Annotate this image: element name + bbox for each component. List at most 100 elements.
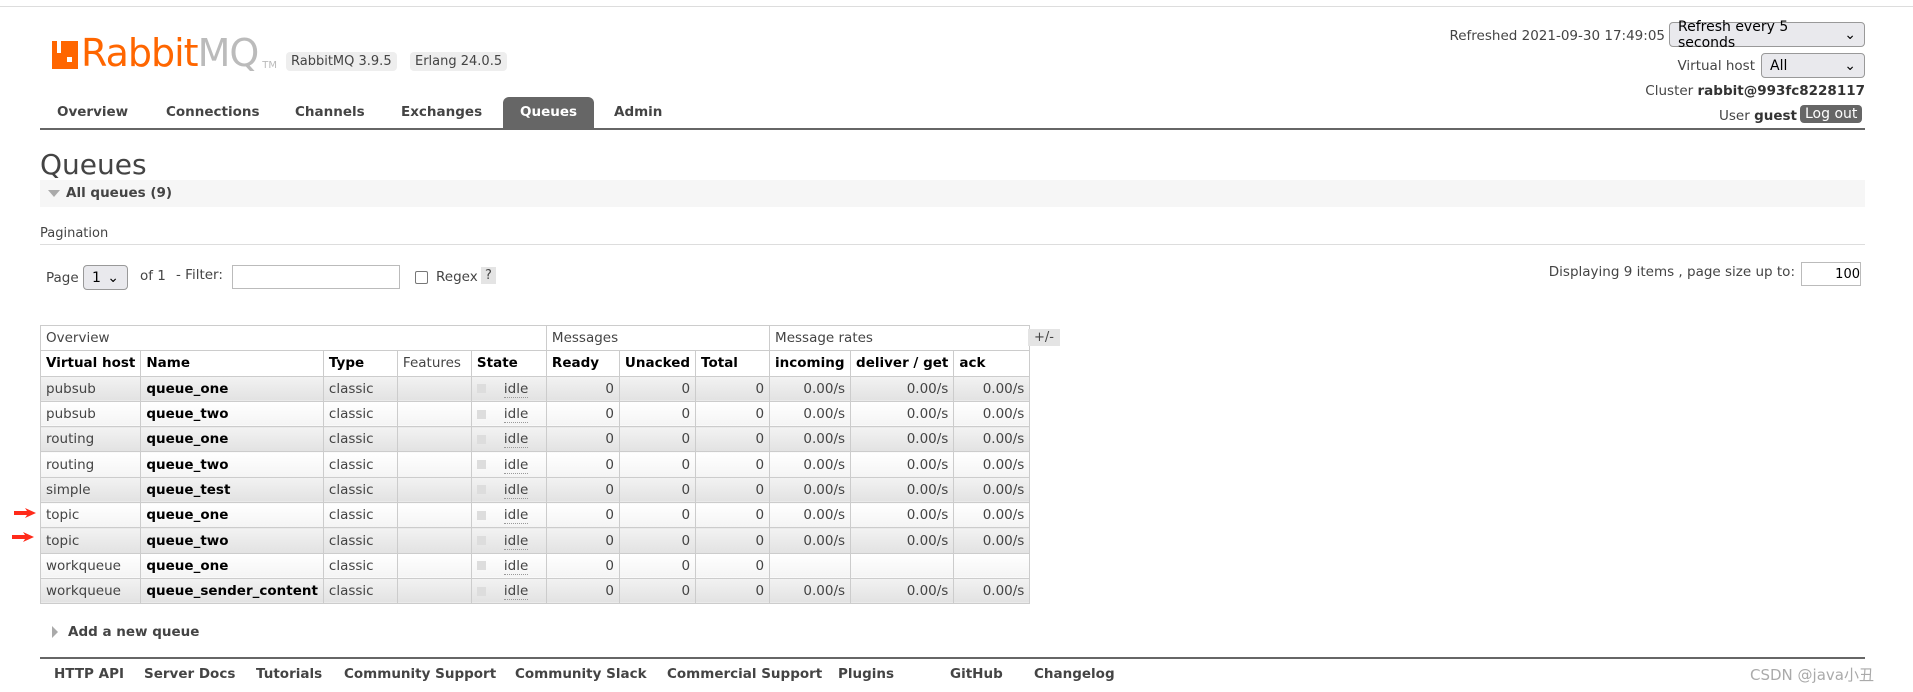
ack-rate-cell: 0.00/s: [953, 502, 1031, 529]
group-messages: Messages: [545, 324, 771, 352]
tab-exchanges[interactable]: Exchanges: [384, 97, 499, 128]
column-header[interactable]: State: [470, 350, 547, 377]
add-queue-toggle[interactable]: Add a new queue: [52, 624, 199, 640]
column-header[interactable]: Features: [396, 350, 472, 377]
state-label: idle: [503, 532, 529, 550]
tab-connections[interactable]: Connections: [149, 97, 277, 128]
vhost-select[interactable]: All ⌄: [1761, 53, 1865, 78]
type-cell: classic: [322, 400, 398, 428]
column-header[interactable]: Unacked: [618, 350, 697, 377]
vhost-cell: workqueue: [39, 577, 142, 605]
regex-help-button[interactable]: ?: [481, 267, 496, 284]
unacked-cell: 0: [618, 451, 697, 478]
type-cell: classic: [322, 577, 398, 605]
page-select[interactable]: 1 ⌄: [83, 265, 128, 290]
features-cell: [396, 527, 472, 554]
tab-overview[interactable]: Overview: [40, 97, 145, 128]
table-row: simple queue_test classic idle 0 0 0 0.00/s 0.00…: [39, 476, 1031, 504]
queue-name-link[interactable]: queue_one: [140, 426, 324, 453]
column-header[interactable]: Name: [140, 350, 324, 377]
type-cell: classic: [322, 552, 398, 579]
rabbitmq-logo[interactable]: Rabbit MQ TM: [52, 33, 277, 73]
queue-name-link[interactable]: queue_two: [140, 400, 324, 428]
state-label: idle: [503, 406, 529, 424]
column-header[interactable]: Ready: [545, 350, 620, 377]
column-header[interactable]: ack: [953, 350, 1031, 377]
queue-name-link[interactable]: queue_sender_content: [140, 577, 324, 605]
column-header[interactable]: deliver / get: [850, 350, 955, 377]
all-queues-section-toggle[interactable]: All queues (9): [40, 180, 1865, 207]
column-header[interactable]: Virtual host: [39, 350, 142, 377]
ready-cell: 0: [545, 577, 620, 605]
refresh-interval-select[interactable]: Refresh every 5 seconds ⌄: [1669, 19, 1865, 51]
footer-link[interactable]: Plugins: [838, 666, 894, 682]
tab-admin[interactable]: Admin: [597, 97, 679, 128]
incoming-rate-cell: 0.00/s: [769, 400, 852, 428]
unacked-cell: 0: [618, 577, 697, 605]
queue-name-link[interactable]: queue_one: [140, 375, 324, 402]
unacked-cell: 0: [618, 476, 697, 504]
footer-link[interactable]: Server Docs: [144, 666, 235, 682]
page-select-value: 1: [92, 269, 101, 286]
ack-rate-cell: [953, 552, 1031, 579]
group-message-rates: Message rates: [769, 324, 1031, 352]
table-row: routing queue_one classic idle 0 0 0 0.00/s 0.00…: [39, 426, 1031, 453]
footer-link[interactable]: Commercial Support: [667, 666, 822, 682]
state-label: idle: [503, 507, 529, 525]
incoming-rate-cell: 0.00/s: [769, 527, 852, 554]
tab-queues[interactable]: Queues: [503, 97, 595, 128]
footer-link[interactable]: Community Slack: [515, 666, 647, 682]
filter-input[interactable]: [232, 265, 400, 289]
state-label: idle: [503, 583, 529, 601]
state-indicator-icon: [476, 460, 486, 470]
footer-link[interactable]: Community Support: [344, 666, 496, 682]
queue-name-link[interactable]: queue_one: [140, 552, 324, 579]
toggle-columns-button[interactable]: +/-: [1028, 329, 1060, 346]
version-badge: RabbitMQ 3.9.5: [286, 52, 397, 71]
queue-name-link[interactable]: queue_two: [140, 451, 324, 478]
footer-link[interactable]: Tutorials: [256, 666, 322, 682]
refreshed-time: Refreshed 2021-09-30 17:49:05: [1449, 28, 1665, 44]
queue-name-link[interactable]: queue_test: [140, 476, 324, 504]
cluster-name: rabbit@993fc8228117: [1697, 83, 1865, 99]
incoming-rate-cell: 0.00/s: [769, 577, 852, 605]
footer-divider: [40, 657, 1865, 659]
page-label: Page: [46, 270, 79, 286]
features-cell: [396, 400, 472, 428]
footer-link[interactable]: GitHub: [950, 666, 1003, 682]
vhost-cell: routing: [39, 426, 142, 453]
column-header[interactable]: Total: [695, 350, 771, 377]
vhost-label: Virtual host: [1677, 58, 1755, 74]
state-indicator-icon: [476, 536, 486, 546]
queue-name-link[interactable]: queue_two: [140, 527, 324, 554]
ack-rate-cell: 0.00/s: [953, 476, 1031, 504]
logout-button[interactable]: Log out: [1800, 105, 1863, 123]
state-label: idle: [503, 557, 529, 575]
column-header[interactable]: incoming: [769, 350, 852, 377]
unacked-cell: 0: [618, 375, 697, 402]
ack-rate-cell: 0.00/s: [953, 451, 1031, 478]
total-cell: 0: [695, 552, 771, 579]
rabbit-logo-icon: [52, 41, 78, 69]
pagination-label: Pagination: [40, 226, 109, 241]
page-title: Queues: [40, 148, 147, 181]
vhost-cell: pubsub: [39, 400, 142, 428]
refresh-select-value: Refresh every 5 seconds: [1678, 18, 1789, 51]
unacked-cell: 0: [618, 502, 697, 529]
page-size-input[interactable]: [1801, 262, 1861, 286]
user-label: User: [1719, 108, 1750, 124]
state-label: idle: [503, 380, 529, 398]
footer-link[interactable]: HTTP API: [54, 666, 124, 682]
column-header[interactable]: Type: [322, 350, 398, 377]
tab-channels[interactable]: Channels: [278, 97, 382, 128]
deliver-rate-cell: 0.00/s: [850, 375, 955, 402]
state-cell: idle: [470, 451, 547, 478]
state-cell: idle: [470, 476, 547, 504]
queue-name-link[interactable]: queue_one: [140, 502, 324, 529]
state-cell: idle: [470, 502, 547, 529]
deliver-rate-cell: 0.00/s: [850, 577, 955, 605]
vhost-cell: simple: [39, 476, 142, 504]
ack-rate-cell: 0.00/s: [953, 400, 1031, 428]
footer-link[interactable]: Changelog: [1034, 666, 1115, 682]
regex-checkbox[interactable]: [415, 271, 428, 284]
